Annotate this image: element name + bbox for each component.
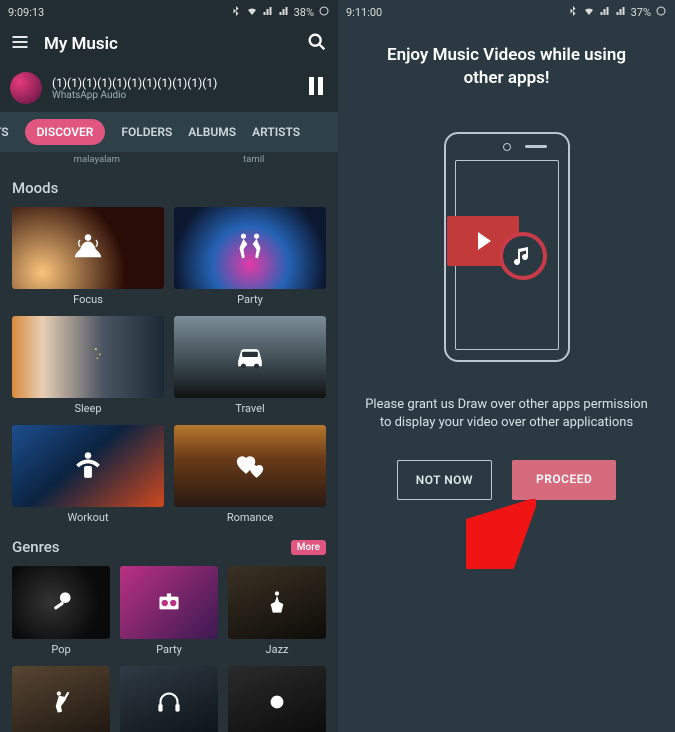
category-tabs: TS DISCOVER FOLDERS ALBUMS ARTISTS: [0, 112, 338, 152]
lang-item[interactable]: tamil: [243, 154, 264, 165]
language-row: malayalam tamil: [12, 154, 326, 165]
screen-right: 9:11:00 37% Enjoy Music Videos while usi…: [338, 0, 675, 732]
trumpet-icon: [228, 566, 326, 639]
moods-grid: Focus Party Sleep Travel: [12, 207, 326, 524]
moods-label: Moods: [12, 179, 58, 197]
pause-icon[interactable]: [304, 74, 328, 102]
status-indicators: 38%: [230, 5, 330, 20]
mood-travel[interactable]: Travel: [174, 316, 326, 415]
mood-focus[interactable]: Focus: [12, 207, 164, 306]
tile-label: Romance: [174, 511, 326, 524]
tile-label: Party: [120, 643, 218, 656]
genre-party[interactable]: Party: [120, 566, 218, 656]
more-button[interactable]: More: [291, 540, 326, 555]
content-scroll-area[interactable]: malayalam tamil Moods Focus Party: [0, 152, 338, 732]
status-time: 9:09:13: [8, 6, 44, 19]
tab-folders[interactable]: FOLDERS: [121, 125, 172, 139]
tile-label: Travel: [174, 402, 326, 415]
battery-text: 37%: [631, 6, 651, 19]
status-bar-right: 9:11:00 37%: [338, 0, 675, 24]
tile-label: Jazz: [228, 643, 326, 656]
battery-icon: [655, 5, 667, 20]
tile-label: Workout: [12, 511, 164, 524]
genre-pop[interactable]: Pop: [12, 566, 110, 656]
moon-icon: [12, 316, 164, 398]
heading-line1: Enjoy Music Videos while using: [387, 45, 626, 65]
tile-label: Focus: [12, 293, 164, 306]
now-playing-bar[interactable]: (1)(1)(1)(1)(1)(1)(1)(1)(1)(1)(1) WhatsA…: [0, 64, 338, 112]
tile-label: Sleep: [12, 402, 164, 415]
genres-grid: Pop Party Jazz: [12, 566, 326, 732]
battery-text: 38%: [294, 6, 314, 19]
menu-icon[interactable]: [10, 32, 30, 56]
tab-artists[interactable]: ARTISTS: [252, 125, 300, 139]
dialog-buttons: NOT NOW PROCEED: [397, 460, 617, 500]
track-source: WhatsApp Audio: [52, 90, 294, 101]
headphones-icon: [120, 666, 218, 732]
genres-label: Genres: [12, 538, 60, 556]
guitarist-icon: [12, 666, 110, 732]
track-title: (1)(1)(1)(1)(1)(1)(1)(1)(1)(1)(1): [52, 76, 294, 90]
genre-tile-5[interactable]: [120, 666, 218, 732]
genre-jazz[interactable]: Jazz: [228, 566, 326, 656]
bluetooth-icon: [567, 5, 579, 20]
track-info: (1)(1)(1)(1)(1)(1)(1)(1)(1)(1)(1) WhatsA…: [52, 76, 294, 101]
generic-icon: [228, 666, 326, 732]
status-bar-left: 9:09:13 38%: [0, 0, 338, 24]
bodybuilder-icon: [12, 425, 164, 507]
mood-romance[interactable]: Romance: [174, 425, 326, 524]
mood-workout[interactable]: Workout: [12, 425, 164, 524]
mood-sleep[interactable]: Sleep: [12, 316, 164, 415]
genre-tile-4[interactable]: [12, 666, 110, 732]
section-title-moods: Moods: [12, 179, 326, 197]
tab-albums[interactable]: ALBUMS: [188, 125, 236, 139]
signal-icon-2: [615, 5, 627, 20]
dancers-icon: [174, 207, 326, 289]
battery-icon: [318, 5, 330, 20]
bluetooth-icon: [230, 5, 242, 20]
tile-label: Pop: [12, 643, 110, 656]
illustration: [427, 132, 587, 362]
dialog-heading: Enjoy Music Videos while using other app…: [387, 44, 626, 90]
album-art: [10, 72, 42, 104]
page-title: My Music: [44, 34, 292, 54]
search-icon[interactable]: [306, 31, 328, 57]
mood-party[interactable]: Party: [174, 207, 326, 306]
car-icon: [174, 316, 326, 398]
wifi-icon: [583, 5, 595, 20]
not-now-button[interactable]: NOT NOW: [397, 460, 492, 500]
signal-icon-2: [278, 5, 290, 20]
lang-item[interactable]: malayalam: [74, 154, 120, 165]
tile-label: Party: [174, 293, 326, 306]
mic-icon: [12, 566, 110, 639]
signal-icon: [262, 5, 274, 20]
permission-dialog: Enjoy Music Videos while using other app…: [338, 24, 675, 732]
signal-icon: [599, 5, 611, 20]
tab-discover[interactable]: DISCOVER: [25, 119, 106, 145]
heading-line2: other apps!: [464, 68, 550, 88]
proceed-button[interactable]: PROCEED: [512, 460, 616, 500]
status-indicators: 37%: [567, 5, 667, 20]
screen-left: 9:09:13 38% My Music: [0, 0, 338, 732]
annotation-arrow-icon: [466, 499, 536, 569]
meditate-icon: [12, 207, 164, 289]
status-time: 9:11:00: [346, 6, 382, 19]
app-bar: My Music: [0, 24, 338, 64]
wifi-icon: [246, 5, 258, 20]
boombox-icon: [120, 566, 218, 639]
tab-lists[interactable]: TS: [0, 125, 9, 139]
hearts-icon: [174, 425, 326, 507]
music-note-icon: [499, 232, 547, 280]
section-title-genres: Genres More: [12, 538, 326, 556]
dialog-description: Please grant us Draw over other apps per…: [360, 396, 653, 432]
genre-tile-6[interactable]: [228, 666, 326, 732]
